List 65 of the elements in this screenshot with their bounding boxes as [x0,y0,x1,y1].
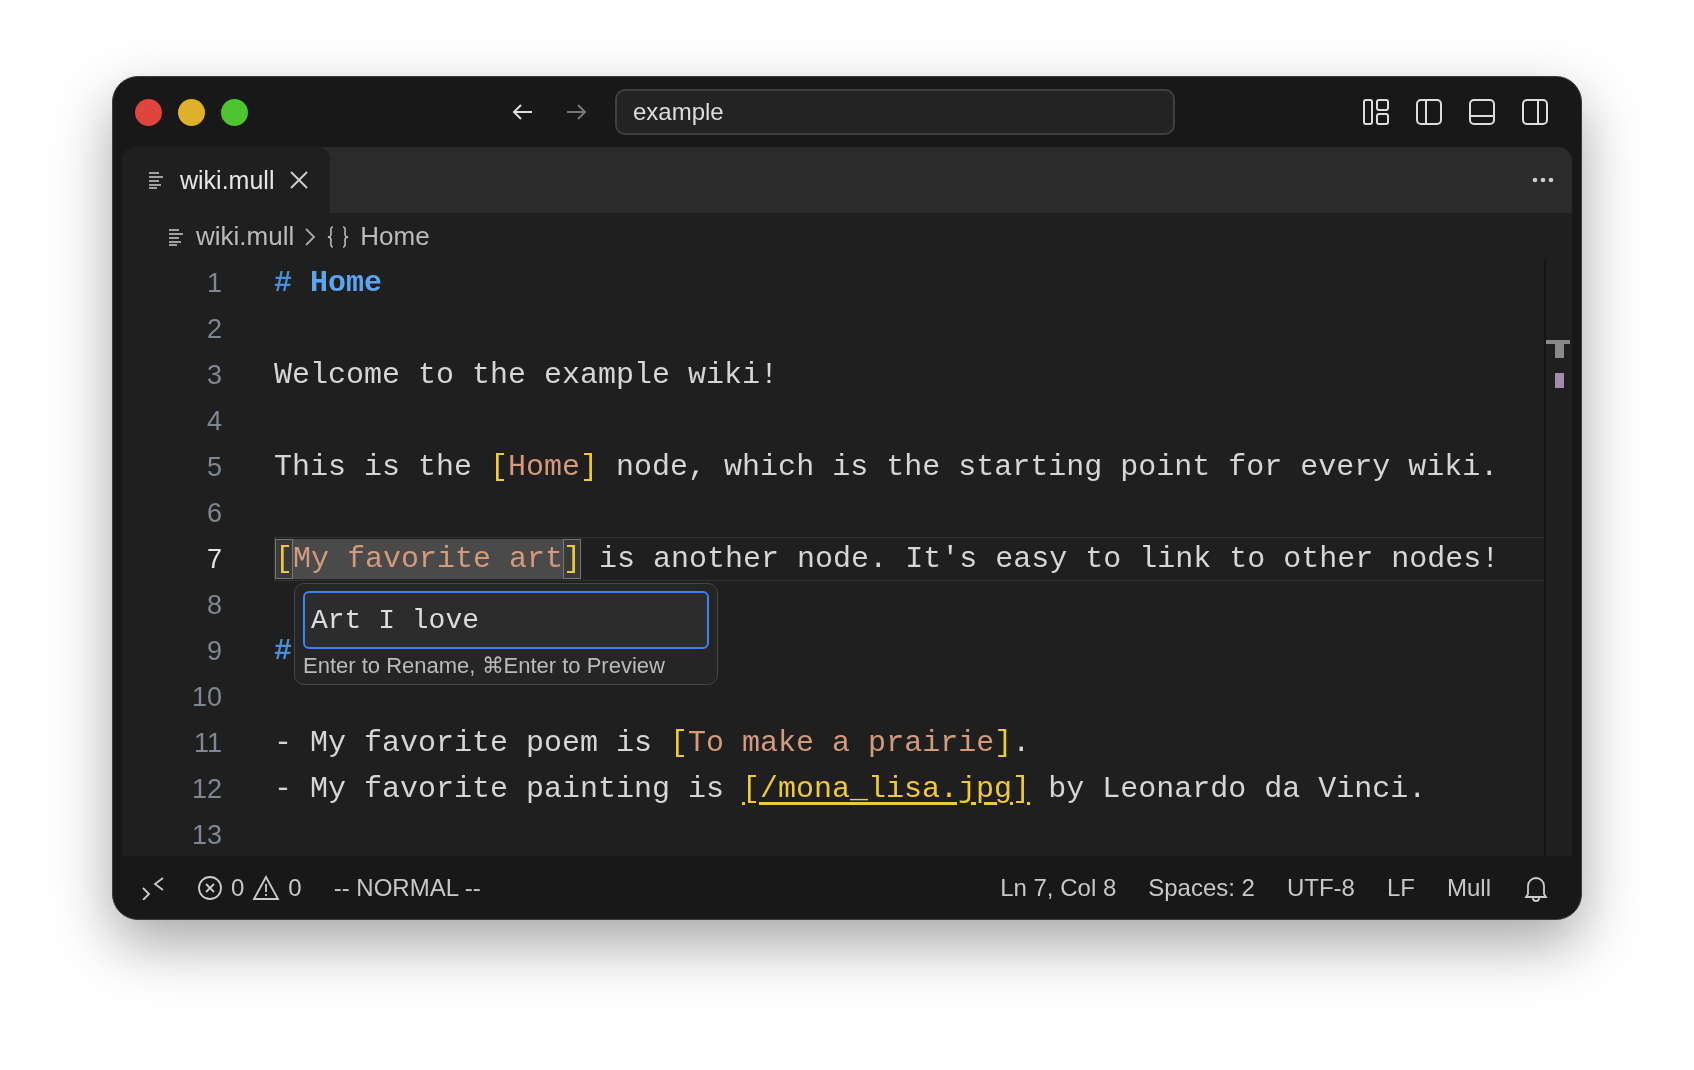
tab-label: wiki.mull [180,165,275,195]
line-number: 5 [205,451,222,483]
warning-count[interactable]: 0 [288,873,302,902]
code-text: This is the [274,449,474,486]
remote-icon[interactable] [141,875,165,900]
breadcrumb-item[interactable]: Home [360,221,430,252]
heading-text: Home [310,265,383,302]
status-item[interactable]: Mull [1447,873,1491,902]
code-text: - My favorite poem is [274,725,654,762]
line-number: 10 [190,681,222,713]
breadcrumb-item[interactable]: wiki.mull [196,221,295,252]
link-bracket: [ [670,725,689,762]
braces-icon [326,224,351,249]
code-text: by Leonardo da Vinci. [1047,771,1427,808]
line-number: 3 [205,359,222,391]
link-bracket: ] [580,449,599,486]
line-number: 13 [190,819,222,851]
link-bracket: ] [994,725,1013,762]
zoom-window-button[interactable] [221,98,248,126]
line-number: 6 [205,497,222,529]
minimize-window-button[interactable] [178,98,205,126]
search-field[interactable]: example [615,89,1175,135]
code-text: Welcome to the example wiki! [274,357,779,394]
line-number: 1 [205,267,222,299]
editor-tab[interactable]: wiki.mull [122,147,331,213]
error-count[interactable]: 0 [231,873,245,902]
link-bracket: [ [490,449,509,486]
link-bracket: ] [563,539,582,579]
layout-icon[interactable] [1362,98,1390,126]
line-number: 9 [205,635,222,667]
warning-icon[interactable] [252,874,281,901]
link-text[interactable]: To make a prairie [688,723,995,763]
rename-field[interactable]: Art I love [303,591,709,649]
close-window-button[interactable] [135,98,162,126]
code-text: . [1012,725,1031,762]
link-bracket: [ [275,539,293,579]
right-panel-icon[interactable] [1521,98,1549,126]
line-number: 11 [192,727,222,759]
close-icon[interactable] [288,169,311,191]
line-number: 4 [205,405,222,437]
vim-mode: -- NORMAL -- [333,873,481,902]
chevron-right-icon [304,226,317,247]
status-item[interactable]: UTF-8 [1286,873,1355,902]
more-icon[interactable] [1532,177,1554,183]
rename-hint: Enter to Rename, ⌘Enter to Preview [303,653,666,679]
file-lines-icon [168,227,186,246]
link-text[interactable]: My favorite art [293,539,564,579]
heading-marker: # [274,265,293,302]
line-number: 7 [205,543,222,575]
status-item[interactable]: Ln 7, Col 8 [1000,873,1117,902]
left-panel-icon[interactable] [1415,98,1443,126]
link-text[interactable]: Home [508,447,581,487]
error-icon[interactable] [197,874,223,901]
code-text: is another node. It's easy to link to other nodes! [598,541,1500,578]
status-item[interactable]: LF [1386,873,1415,902]
line-number: 8 [205,589,222,621]
bottom-panel-icon[interactable] [1468,98,1496,126]
code-text: node, which is the starting point for every wiki. [615,449,1499,486]
line-number: 12 [190,773,222,805]
code-text: - My favorite painting is [274,771,726,808]
line-number: 2 [205,313,222,345]
status-item[interactable]: Spaces: 2 [1148,873,1255,902]
image-link[interactable]: [/mona_lisa.jpg] [742,769,1031,809]
file-lines-icon [148,171,166,189]
heading-marker: # [274,633,292,670]
